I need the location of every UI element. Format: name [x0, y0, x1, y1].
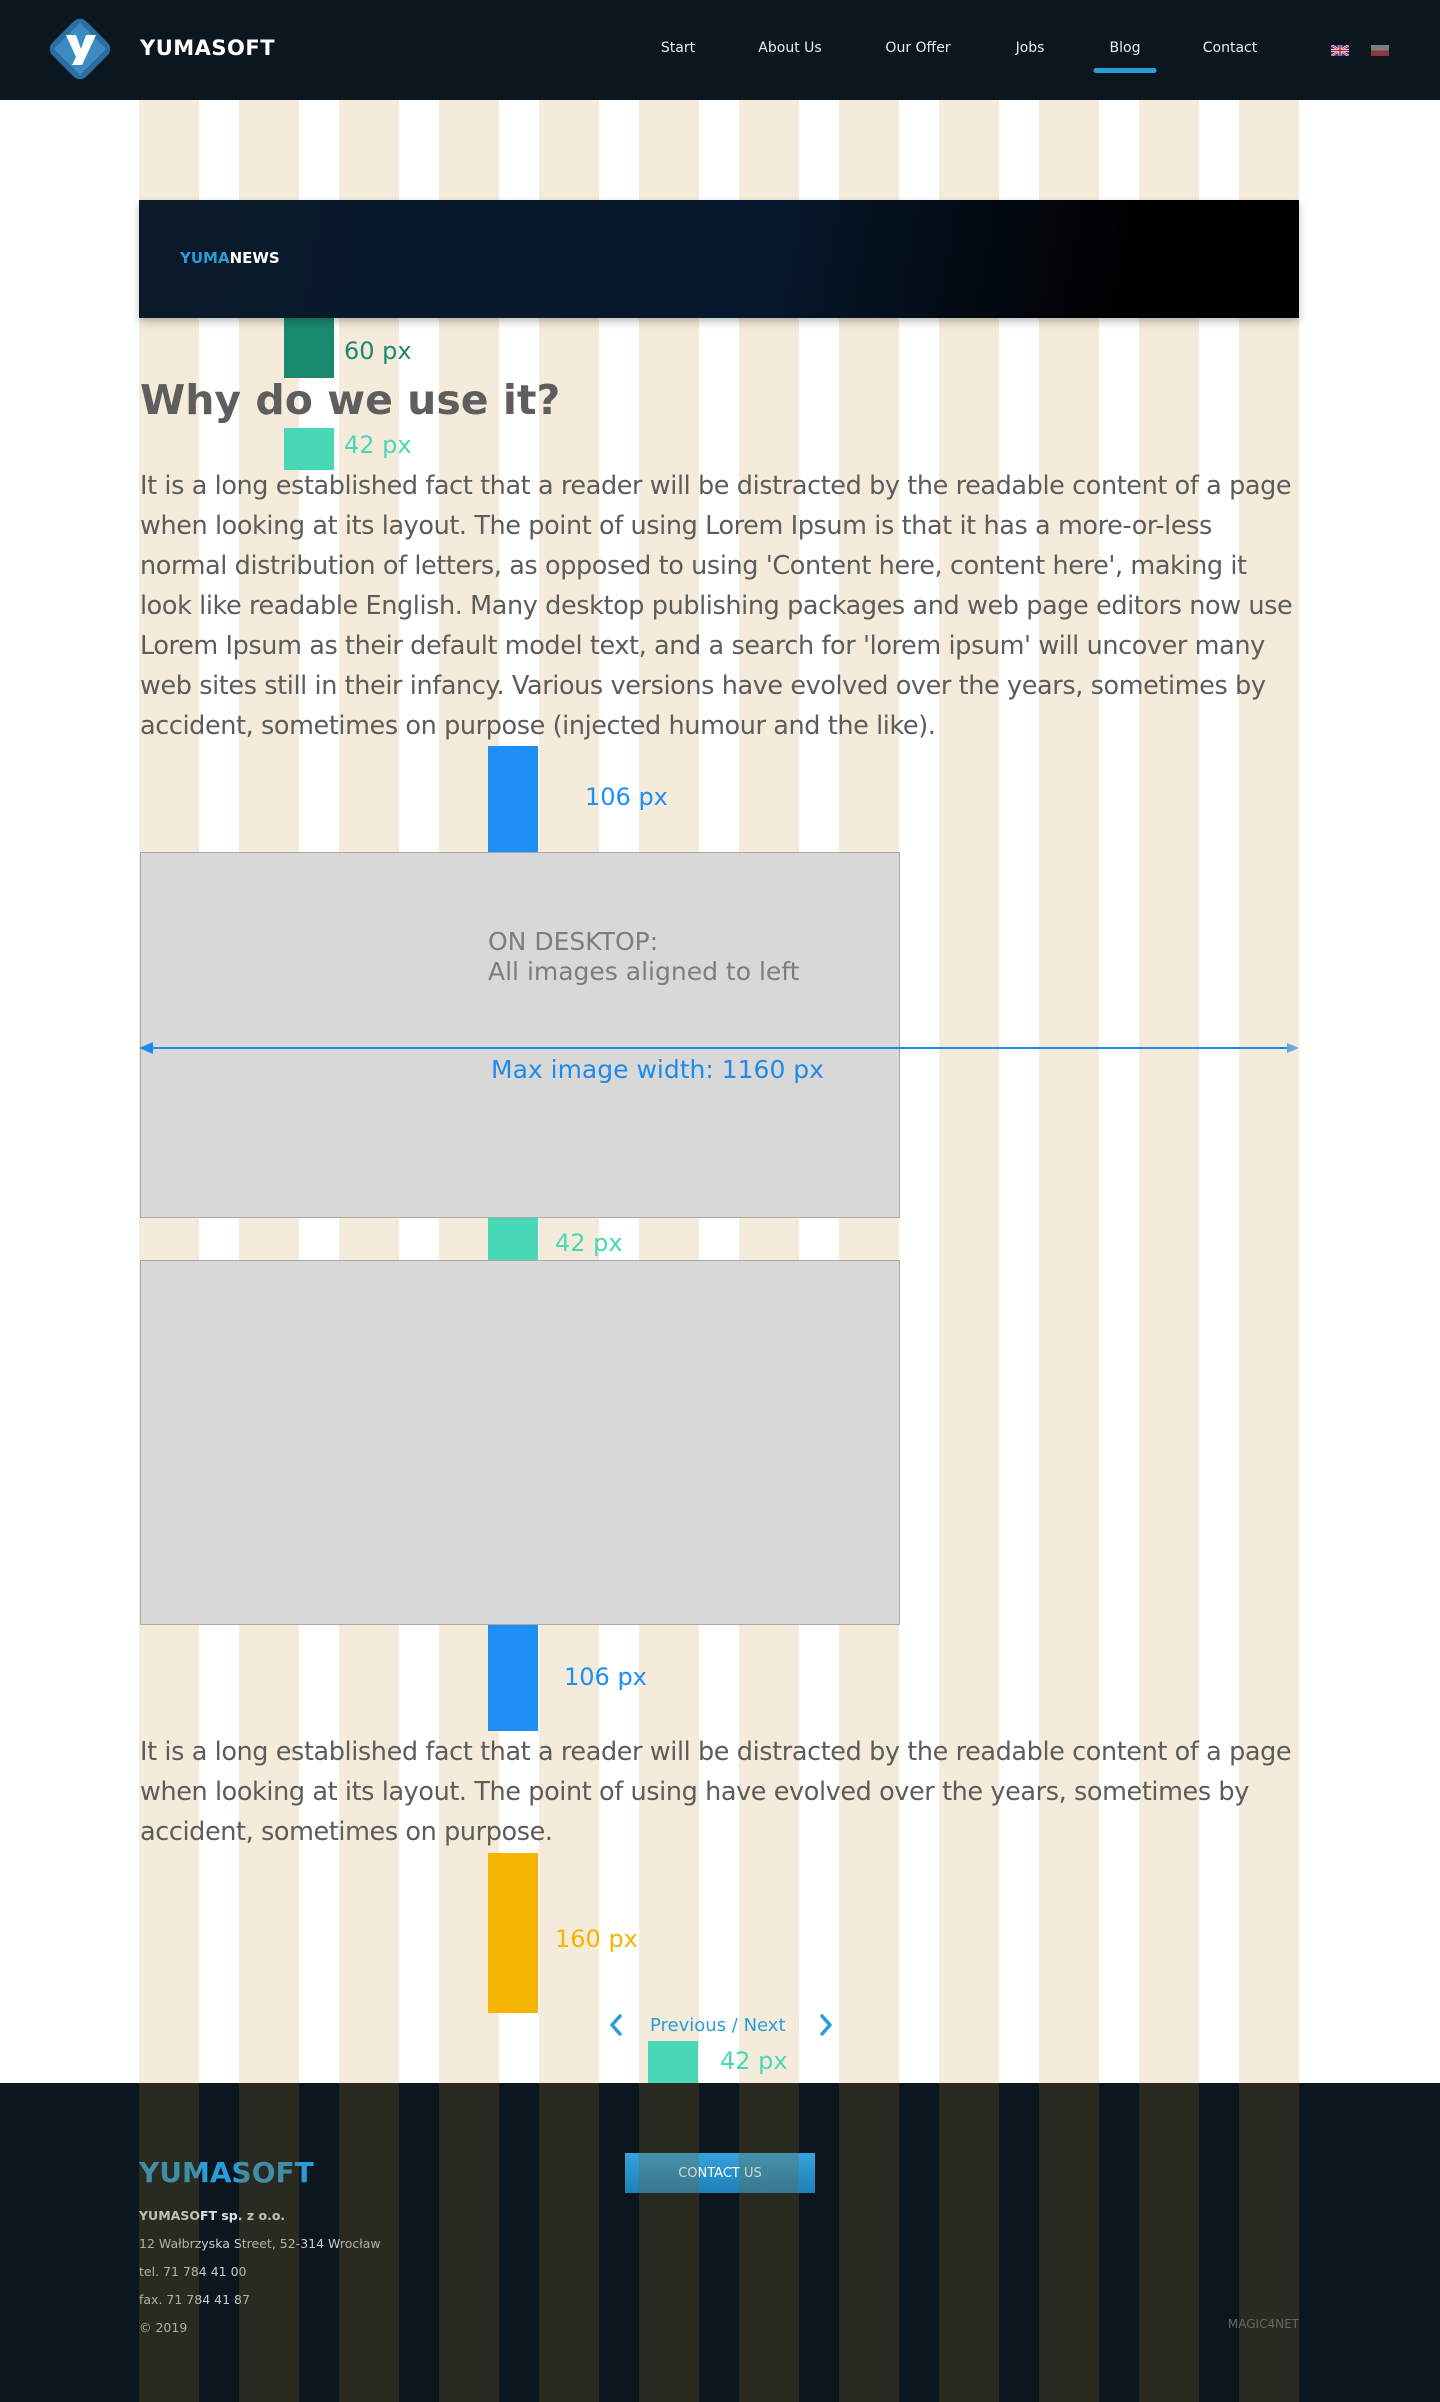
spacer-60-marker	[284, 318, 334, 378]
spacer-160-marker	[488, 1853, 538, 2013]
spacer-106-marker	[488, 1625, 538, 1731]
nav-blog-label: Blog	[1109, 40, 1141, 56]
main-nav: Start About Us Our Offer Jobs Blog Conta…	[0, 40, 1440, 73]
spacer-42-marker	[488, 1218, 538, 1260]
article-heading: Why do we use it?	[140, 376, 561, 424]
footer-fax: fax. 71 784 41 87	[139, 2292, 250, 2307]
contact-us-button[interactable]: CONTACT US	[625, 2153, 815, 2193]
image-placeholder	[140, 852, 900, 1218]
max-width-label: Max image width: 1160 px	[491, 1055, 824, 1084]
spacer-106-label: 106 px	[564, 1663, 647, 1691]
spacer-106-label: 106 px	[585, 783, 668, 811]
image-placeholder	[140, 1260, 900, 1625]
image-note-line-2: All images aligned to left	[488, 957, 800, 986]
spacer-42-marker	[284, 428, 334, 470]
nav-our-offer[interactable]: Our Offer	[885, 40, 950, 56]
nav-start[interactable]: Start	[661, 40, 695, 56]
image-note-line-1: ON DESKTOP:	[488, 927, 659, 956]
nav-active-indicator	[1093, 68, 1157, 73]
nav-contact[interactable]: Contact	[1203, 40, 1257, 56]
article-paragraph: It is a long established fact that a rea…	[140, 1737, 1292, 1847]
footer-brand[interactable]: YUMASOFT	[139, 2156, 314, 2189]
spacer-42-marker	[648, 2041, 698, 2083]
flag-pl-icon[interactable]	[1371, 45, 1389, 56]
footer-phone: tel. 71 784 41 00	[139, 2264, 247, 2279]
spacer-160-label: 160 px	[555, 1925, 638, 1953]
top-navbar: YUMASOFT Start About Us Our Offer Jobs B…	[0, 0, 1440, 100]
nav-about-us[interactable]: About Us	[758, 40, 821, 56]
spacer-42-label: 42 px	[720, 2047, 788, 2075]
footer-address: 12 Wałbrzyska Street, 52-314 Wrocław	[139, 2236, 381, 2251]
article-paragraph: It is a long established fact that a rea…	[140, 471, 1293, 741]
news-banner: YUMANEWS	[139, 200, 1299, 318]
spacer-42-label: 42 px	[344, 431, 412, 459]
site-footer: YUMASOFT YUMASOFT sp. z o.o. 12 Wałbrzys…	[0, 2083, 1440, 2402]
spacer-106-marker	[488, 746, 538, 852]
footer-company-name: YUMASOFT sp. z o.o.	[139, 2208, 286, 2223]
image-alignment-note: ON DESKTOP: All images aligned to left	[488, 927, 799, 987]
flag-uk-icon[interactable]	[1331, 45, 1349, 56]
nav-jobs[interactable]: Jobs	[1016, 40, 1045, 56]
news-banner-title-news: NEWS	[229, 249, 280, 267]
chevron-left-icon[interactable]	[606, 2010, 626, 2040]
nav-blog[interactable]: Blog	[1093, 40, 1157, 73]
footer-credit[interactable]: MAGIC4NET	[1228, 2317, 1299, 2331]
chevron-right-icon[interactable]	[816, 2010, 836, 2040]
previous-next-link[interactable]: Previous / Next	[650, 2015, 786, 2036]
footer-copyright: © 2019	[139, 2320, 188, 2335]
news-banner-title-yuma: YUMA	[180, 249, 230, 267]
spacer-42-label: 42 px	[555, 1229, 623, 1257]
news-banner-title: YUMANEWS	[180, 249, 280, 267]
spacer-60-label: 60 px	[344, 337, 412, 365]
